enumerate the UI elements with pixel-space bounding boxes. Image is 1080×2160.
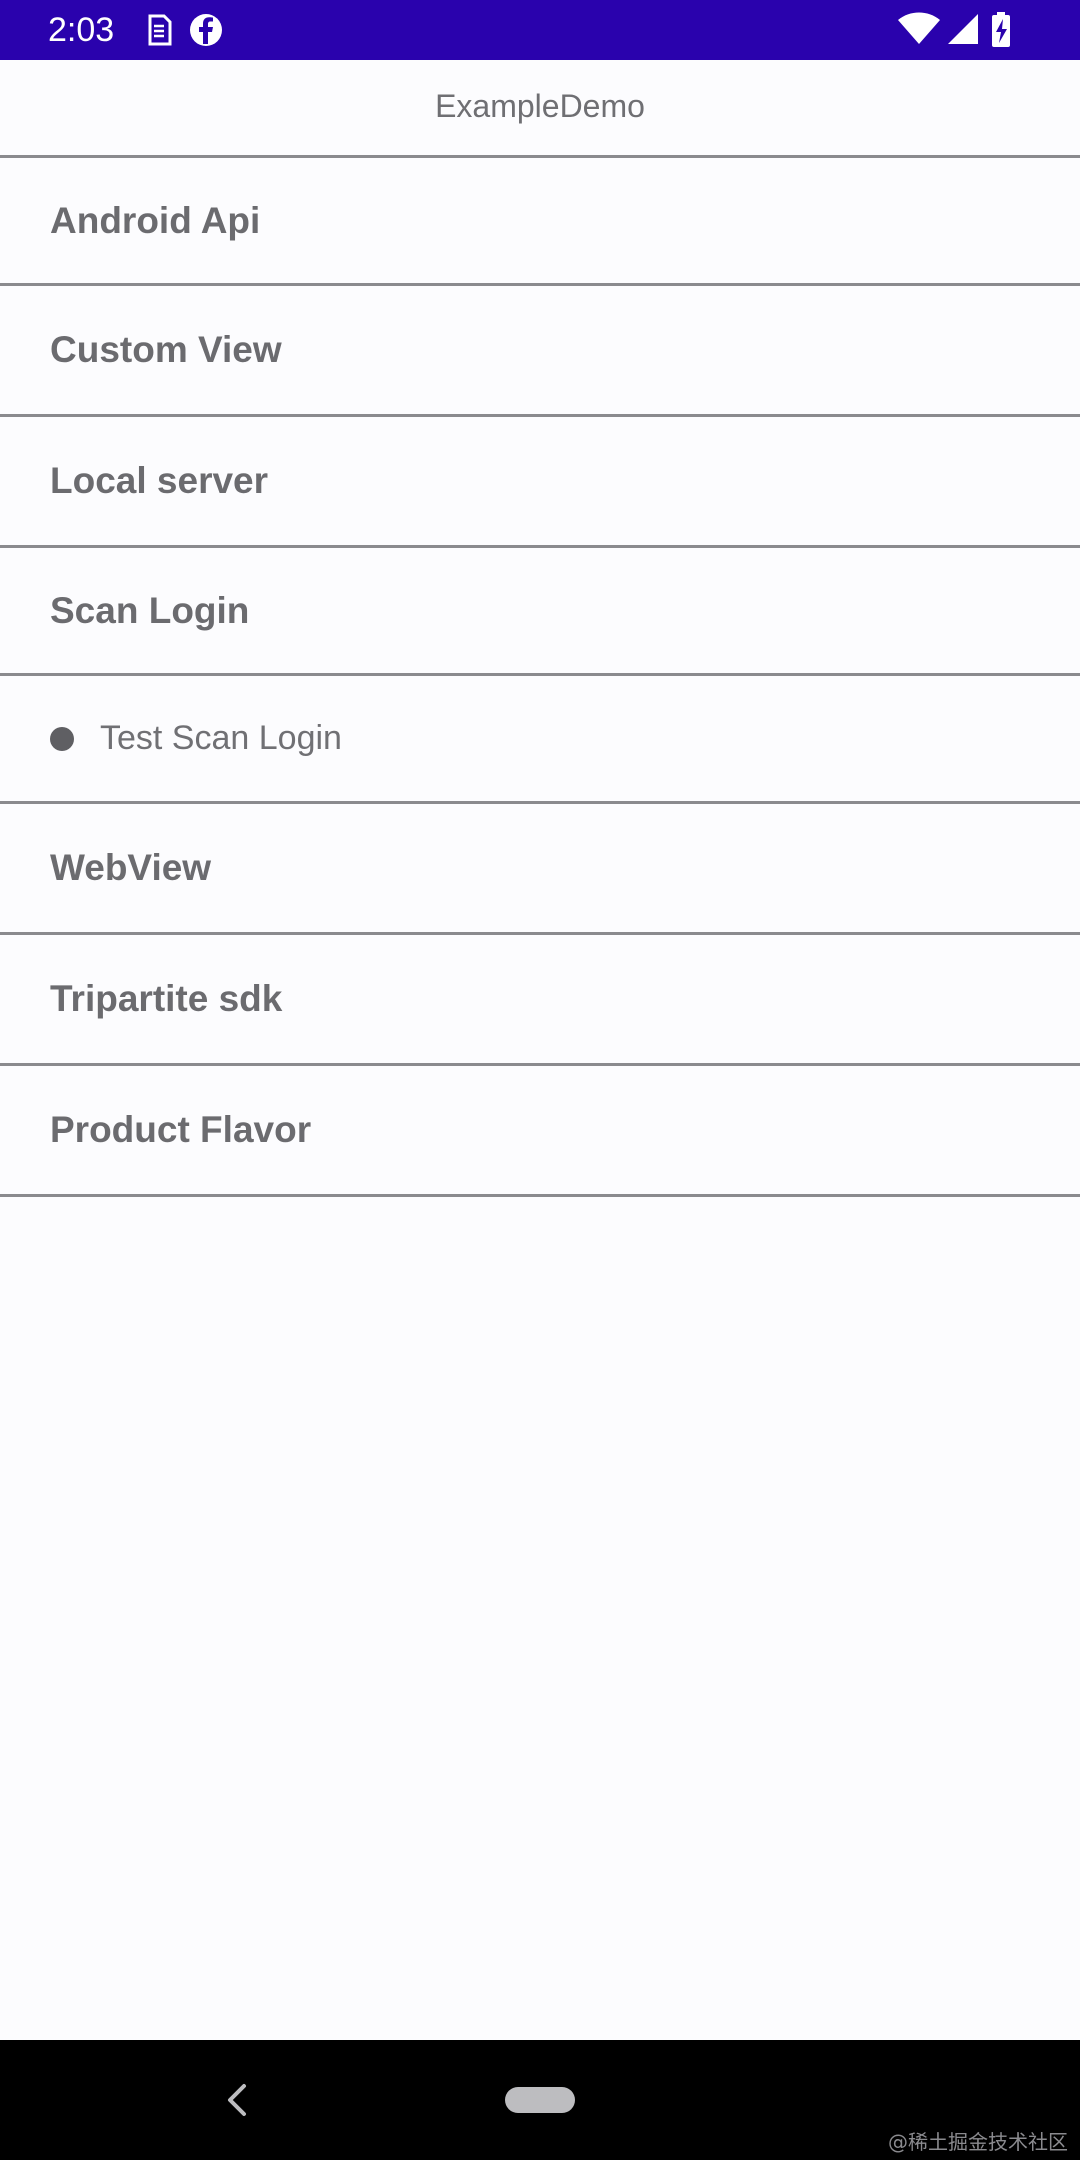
menu-item-label: WebView [50, 847, 212, 888]
app-title: ExampleDemo [435, 88, 645, 124]
app-bar: ExampleDemo [0, 60, 1080, 158]
status-bar: 2:03 [0, 0, 1080, 60]
wifi-icon [896, 10, 942, 50]
facebook-icon [186, 10, 226, 50]
menu-item-custom-view[interactable]: Custom View [0, 286, 1080, 417]
cell-signal-icon [944, 10, 982, 50]
menu-subitem-label: Test Scan Login [100, 719, 342, 757]
menu-subitem-test-scan-login[interactable]: Test Scan Login [0, 676, 1080, 804]
menu-list: Android Api Custom View Local server Sca… [0, 158, 1080, 1197]
menu-item-label: Android Api [50, 199, 261, 241]
menu-item-label: Local server [50, 460, 269, 501]
menu-item-webview[interactable]: WebView [0, 804, 1080, 935]
navigation-bar: @稀土掘金技术社区 [0, 2040, 1080, 2160]
watermark: @稀土掘金技术社区 [888, 2130, 1068, 2154]
back-icon[interactable] [222, 2080, 252, 2120]
menu-item-label: Custom View [50, 329, 282, 370]
home-pill-icon[interactable] [505, 2087, 575, 2113]
menu-item-product-flavor[interactable]: Product Flavor [0, 1066, 1080, 1197]
app-screen: 2:03 ExampleDemo Android Api Custom View… [0, 0, 1080, 2160]
menu-item-label: Scan Login [50, 589, 250, 631]
menu-item-local-server[interactable]: Local server [0, 417, 1080, 548]
menu-item-label: Tripartite sdk [50, 978, 283, 1019]
sim-card-icon [138, 10, 178, 50]
menu-item-android-api[interactable]: Android Api [0, 158, 1080, 286]
menu-item-tripartite-sdk[interactable]: Tripartite sdk [0, 935, 1080, 1066]
status-time: 2:03 [48, 11, 115, 49]
bullet-dot-icon [50, 726, 74, 751]
menu-item-label: Product Flavor [50, 1109, 312, 1150]
battery-charging-icon [990, 10, 1012, 50]
menu-item-scan-login[interactable]: Scan Login [0, 548, 1080, 676]
